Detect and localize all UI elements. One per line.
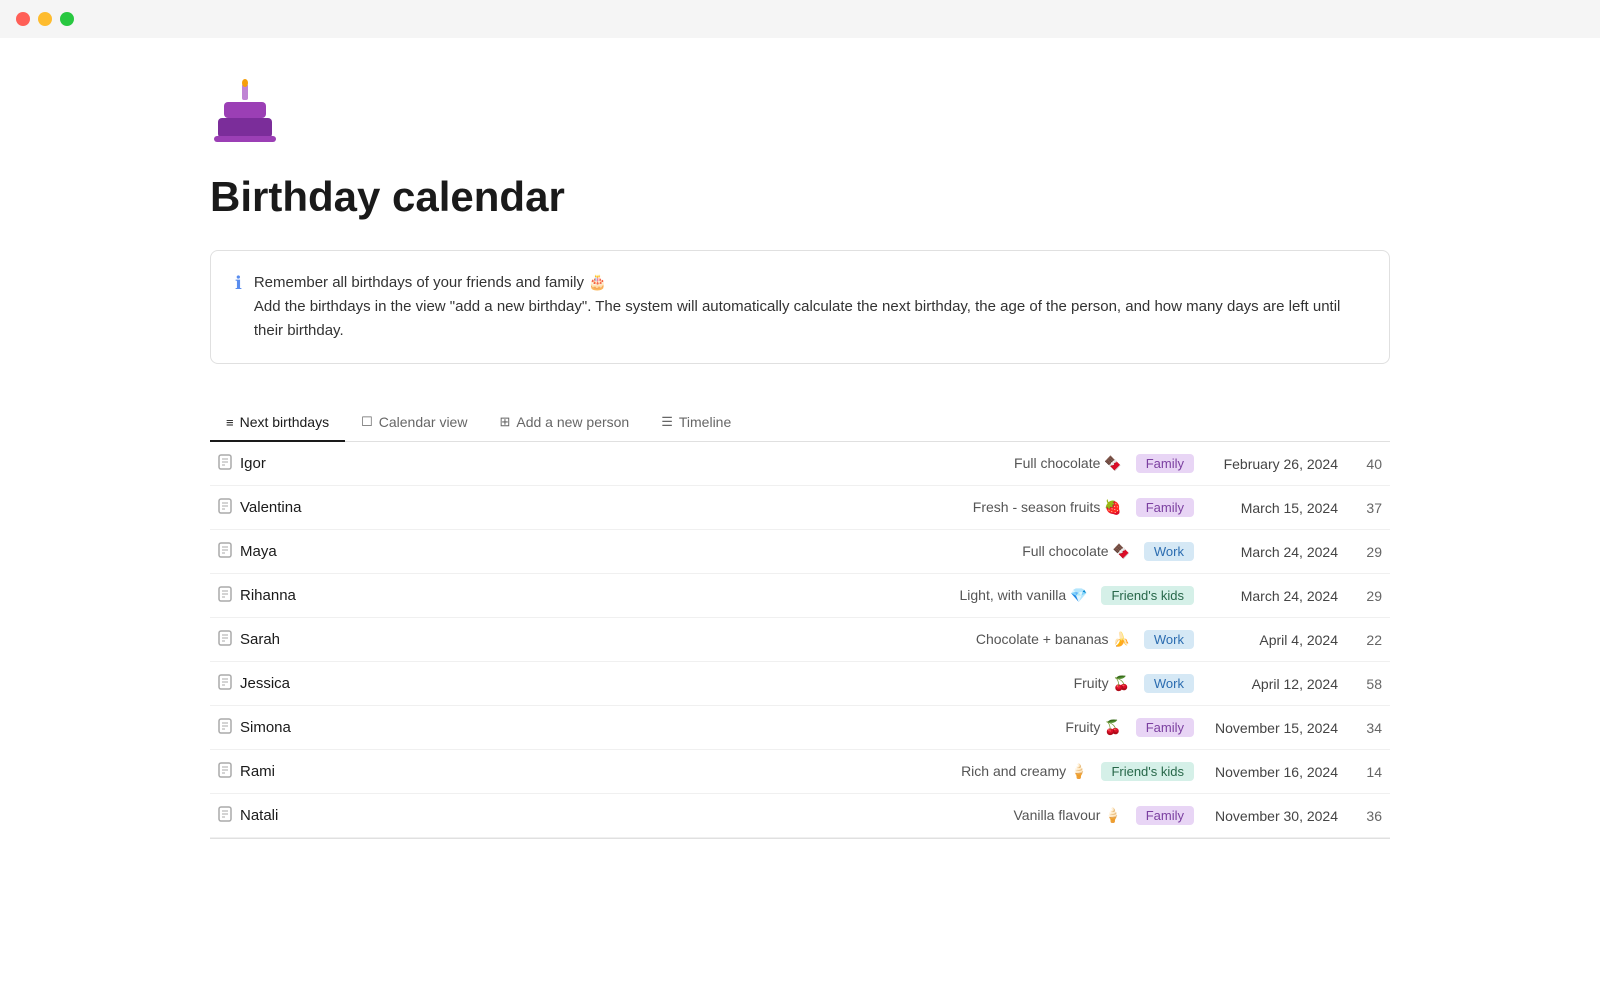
category-tag: Family	[1136, 454, 1194, 473]
tab-add-person[interactable]: ⊞ Add a new person	[483, 404, 645, 442]
calendar-icon: ☐	[361, 414, 373, 430]
birthday-date: March 24, 2024	[1208, 544, 1338, 560]
birthday-date: March 24, 2024	[1208, 588, 1338, 604]
category-tag: Friend's kids	[1101, 586, 1194, 605]
table-row[interactable]: Igor Full chocolate 🍫 Family February 26…	[210, 442, 1390, 486]
flavor-text: Vanilla flavour 🍦	[1013, 807, 1121, 824]
main-content: Birthday calendar ℹ Remember all birthda…	[150, 38, 1450, 879]
person-name: Valentina	[240, 499, 301, 516]
table-row[interactable]: Maya Full chocolate 🍫 Work March 24, 202…	[210, 530, 1390, 574]
titlebar	[0, 0, 1600, 38]
flavor-text: Fruity 🍒	[1074, 675, 1130, 692]
tabs-bar: ≡ Next birthdays ☐ Calendar view ⊞ Add a…	[210, 404, 1390, 442]
age-value: 37	[1352, 500, 1382, 516]
birthday-table: Igor Full chocolate 🍫 Family February 26…	[210, 442, 1390, 838]
person-name: Igor	[240, 455, 266, 472]
person-name: Natali	[240, 807, 278, 824]
birthday-date: November 15, 2024	[1208, 720, 1338, 736]
birthday-date: April 4, 2024	[1208, 632, 1338, 648]
table-row[interactable]: Jessica Fruity 🍒 Work April 12, 2024 58	[210, 662, 1390, 706]
info-icon: ℹ	[235, 273, 242, 294]
birthday-date: February 26, 2024	[1208, 456, 1338, 472]
table-row[interactable]: Rihanna Light, with vanilla 💎 Friend's k…	[210, 574, 1390, 618]
flavor-text: Light, with vanilla 💎	[960, 587, 1088, 604]
doc-icon	[218, 762, 232, 781]
page-title: Birthday calendar	[210, 172, 1390, 222]
table-row[interactable]: Natali Vanilla flavour 🍦 Family November…	[210, 794, 1390, 838]
age-value: 14	[1352, 764, 1382, 780]
add-icon: ⊞	[499, 414, 510, 430]
age-value: 22	[1352, 632, 1382, 648]
birthday-date: November 16, 2024	[1208, 764, 1338, 780]
birthday-date: March 15, 2024	[1208, 500, 1338, 516]
doc-icon	[218, 674, 232, 693]
table-row[interactable]: Simona Fruity 🍒 Family November 15, 2024…	[210, 706, 1390, 750]
person-name: Maya	[240, 543, 277, 560]
doc-icon	[218, 806, 232, 825]
doc-icon	[218, 498, 232, 517]
doc-icon	[218, 454, 232, 473]
tab-next-birthdays[interactable]: ≡ Next birthdays	[210, 404, 345, 442]
tab-timeline[interactable]: ☰ Timeline	[645, 404, 747, 442]
flavor-text: Full chocolate 🍫	[1022, 543, 1130, 560]
flavor-text: Chocolate + bananas 🍌	[976, 631, 1130, 648]
timeline-icon: ☰	[661, 414, 673, 430]
age-value: 40	[1352, 456, 1382, 472]
info-text: Remember all birthdays of your friends a…	[254, 271, 1365, 343]
age-value: 29	[1352, 544, 1382, 560]
person-name: Rami	[240, 763, 275, 780]
person-name: Sarah	[240, 631, 280, 648]
category-tag: Work	[1144, 542, 1194, 561]
cake-icon	[210, 78, 280, 148]
age-value: 36	[1352, 808, 1382, 824]
flavor-text: Rich and creamy 🍦	[961, 763, 1087, 780]
category-tag: Friend's kids	[1101, 762, 1194, 781]
age-value: 29	[1352, 588, 1382, 604]
flavor-text: Fruity 🍒	[1065, 719, 1121, 736]
doc-icon	[218, 586, 232, 605]
tab-calendar-view[interactable]: ☐ Calendar view	[345, 404, 483, 442]
category-tag: Work	[1144, 674, 1194, 693]
person-name: Jessica	[240, 675, 290, 692]
person-name: Rihanna	[240, 587, 296, 604]
category-tag: Family	[1136, 718, 1194, 737]
age-value: 58	[1352, 676, 1382, 692]
table-row[interactable]: Valentina Fresh - season fruits 🍓 Family…	[210, 486, 1390, 530]
list-icon: ≡	[226, 415, 234, 430]
doc-icon	[218, 630, 232, 649]
close-button[interactable]	[16, 12, 30, 26]
table-bottom-border	[210, 838, 1390, 839]
maximize-button[interactable]	[60, 12, 74, 26]
info-box: ℹ Remember all birthdays of your friends…	[210, 250, 1390, 364]
person-name: Simona	[240, 719, 291, 736]
doc-icon	[218, 542, 232, 561]
flavor-text: Full chocolate 🍫	[1014, 455, 1122, 472]
age-value: 34	[1352, 720, 1382, 736]
category-tag: Family	[1136, 498, 1194, 517]
table-row[interactable]: Sarah Chocolate + bananas 🍌 Work April 4…	[210, 618, 1390, 662]
flavor-text: Fresh - season fruits 🍓	[973, 499, 1122, 516]
doc-icon	[218, 718, 232, 737]
birthday-date: November 30, 2024	[1208, 808, 1338, 824]
birthday-date: April 12, 2024	[1208, 676, 1338, 692]
table-row[interactable]: Rami Rich and creamy 🍦 Friend's kids Nov…	[210, 750, 1390, 794]
minimize-button[interactable]	[38, 12, 52, 26]
category-tag: Family	[1136, 806, 1194, 825]
category-tag: Work	[1144, 630, 1194, 649]
